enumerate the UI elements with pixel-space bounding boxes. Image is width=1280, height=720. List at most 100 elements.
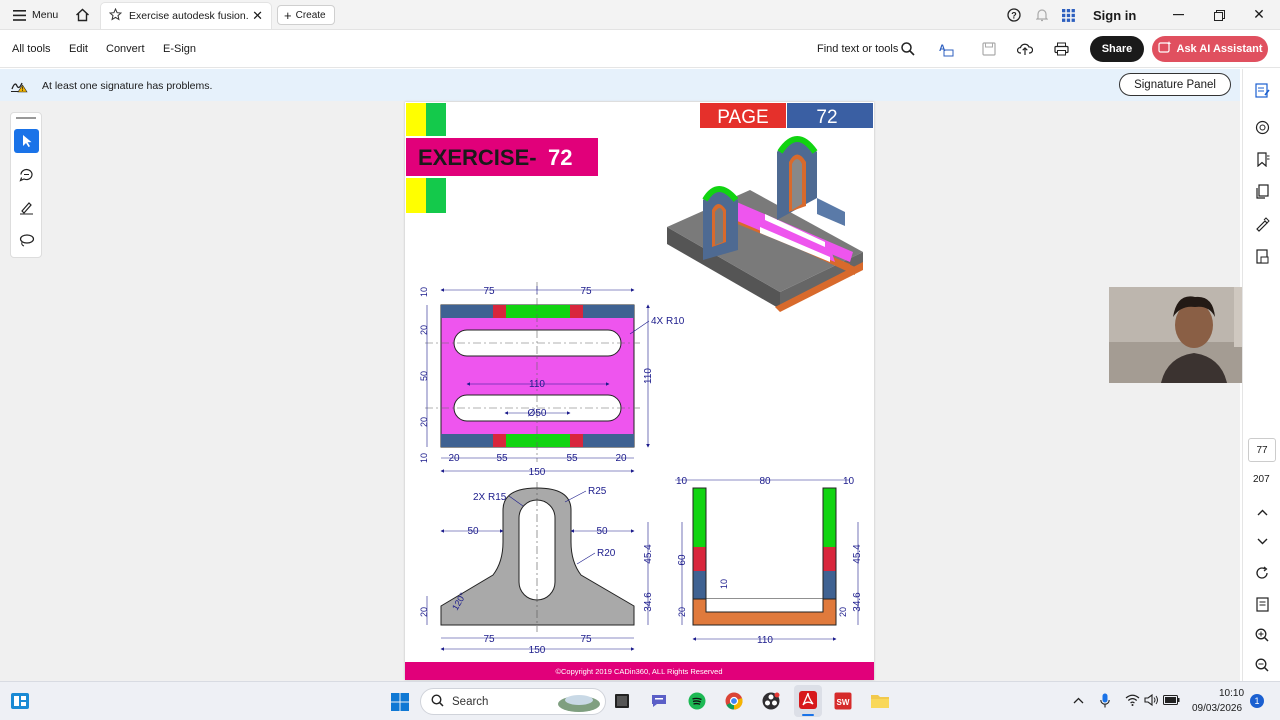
chevron-down-icon[interactable] [1253,532,1271,550]
tab-document[interactable]: Exercise autodesk fusion.. ✕ [100,2,272,29]
save-icon[interactable] [981,41,997,57]
windows-start-icon[interactable] [389,691,411,713]
notification-count: 1 [1254,696,1260,706]
close-window-icon[interactable]: ✕ [1251,6,1267,22]
print-icon[interactable] [1053,41,1069,57]
dim-side-10-right: 10 [843,476,855,487]
highlight-pen-icon[interactable] [14,195,39,219]
comment-icon[interactable] [1253,118,1271,136]
protect-file-icon[interactable] [1253,247,1271,265]
share-button[interactable]: Share [1090,36,1144,62]
wifi-icon[interactable] [1124,692,1140,708]
notification-badge[interactable]: 1 [1250,694,1264,708]
page-fit-icon[interactable] [1253,595,1271,613]
quick-tools-panel [10,112,42,258]
microphone-icon[interactable] [1098,692,1112,708]
battery-charging-icon[interactable] [1162,692,1180,708]
signature-warning-icon: ! [10,76,28,94]
dim-top-dia50: Ø50 [528,408,547,419]
ask-ai-button[interactable]: Ask AI Assistant [1152,36,1268,62]
edit-pdf-icon[interactable] [1253,81,1271,99]
zoom-out-icon[interactable] [1253,656,1271,674]
page-label: PAGE [717,107,768,128]
dim-top-4xr10: 4X R10 [651,316,685,327]
current-page-input[interactable]: 77 [1248,438,1276,462]
zoom-in-icon[interactable] [1253,626,1271,644]
dim-top-55-a: 55 [496,453,508,464]
menu-edit[interactable]: Edit [69,43,88,55]
home-icon[interactable] [74,7,90,23]
search-icon[interactable] [900,41,916,57]
dim-top-75-left: 75 [483,286,495,297]
windows-taskbar: Search SW 10:10 09/03/2026 1 [0,681,1280,720]
solidworks-icon[interactable]: SW [833,691,853,711]
acrobat-taskbar-button[interactable] [794,685,822,717]
sign-in-link[interactable]: Sign in [1093,8,1136,23]
browser-tab-bar: Menu Exercise autodesk fusion.. ✕ + Crea… [0,0,1280,30]
current-page-value: 77 [1256,444,1268,456]
dim-side-10-inner: 10 [719,579,729,589]
upload-cloud-icon[interactable] [1017,41,1033,57]
dim-top-110-height: 110 [643,368,654,384]
svg-text:!: ! [22,87,24,93]
create-label: Create [295,9,326,21]
obs-icon[interactable] [761,691,781,711]
clock-time[interactable]: 10:10 [1219,688,1244,699]
edit-text-icon[interactable]: A [937,41,955,57]
chevron-up-icon[interactable] [1253,503,1271,521]
dim-side-60: 60 [677,554,688,566]
tab-title: Exercise autodesk fusion.. [129,10,249,22]
find-tools-label[interactable]: Find text or tools [817,43,898,55]
green-block-bottom [426,178,446,213]
ask-ai-label: Ask AI Assistant [1176,43,1263,55]
close-tab-icon[interactable]: ✕ [252,8,263,24]
chevron-up-tray-icon[interactable] [1071,693,1085,707]
create-tab-button[interactable]: + Create [277,5,335,25]
pages-icon[interactable] [1253,182,1271,200]
clock-date[interactable]: 09/03/2026 [1192,703,1242,714]
star-icon[interactable] [108,7,123,24]
lasso-draw-icon[interactable] [14,228,39,252]
dim-top-10-upper: 10 [419,287,429,297]
ai-sparkle-icon [1157,41,1172,57]
dim-top-20-upper: 20 [419,325,429,335]
teams-chat-icon[interactable] [649,691,669,711]
isometric-model [667,136,863,312]
apps-grid-icon[interactable] [1060,7,1076,23]
plus-icon: + [284,7,292,23]
total-pages: 207 [1253,474,1270,485]
signature-notice-bar: ! At least one signature has problems. S… [0,69,1240,101]
spotify-icon[interactable] [687,691,707,711]
svg-text:?: ? [1011,11,1017,21]
menu-esign[interactable]: E-Sign [163,43,196,55]
hamburger-menu-icon[interactable] [12,8,26,22]
select-cursor-icon[interactable] [14,129,39,153]
yellow-block-top [406,103,426,136]
bell-icon[interactable] [1034,7,1050,23]
dim-front-75-left: 75 [483,634,495,645]
widgets-icon[interactable] [9,691,31,711]
dim-side-20-left: 20 [677,607,687,617]
signature-panel-button[interactable]: Signature Panel [1119,73,1231,96]
chrome-icon[interactable] [724,691,744,711]
bookmark-icon[interactable] [1253,150,1271,168]
menu-all-tools[interactable]: All tools [12,43,51,55]
menu-convert[interactable]: Convert [106,43,145,55]
help-icon[interactable]: ? [1006,7,1022,23]
top-view-drawing [425,282,640,462]
file-explorer-icon[interactable] [870,691,890,711]
volume-icon[interactable] [1143,692,1159,708]
green-block-top [426,103,446,136]
menu-label[interactable]: Menu [32,9,58,21]
add-comment-icon[interactable] [14,162,39,186]
panel-handle[interactable] [16,117,36,119]
yellow-block-bottom [406,178,426,213]
dim-top-20-lower: 20 [419,417,429,427]
sign-pen-icon[interactable] [1253,215,1271,233]
restore-icon[interactable] [1211,7,1227,23]
dim-front-2xr15: 2X R15 [473,492,507,503]
minimize-icon[interactable] [1170,7,1186,23]
rotate-icon[interactable] [1253,564,1271,582]
taskbar-search-box[interactable]: Search [420,688,606,715]
task-view-icon[interactable] [612,691,632,711]
